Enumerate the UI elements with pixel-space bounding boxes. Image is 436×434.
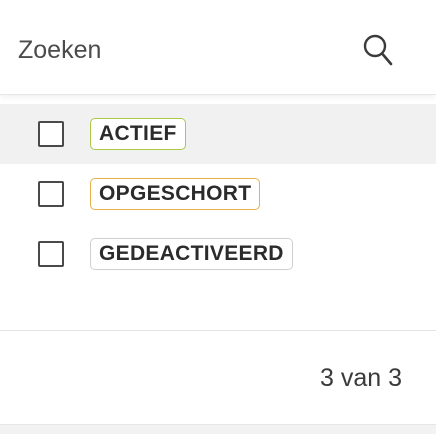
search-bar — [0, 0, 436, 95]
search-icon[interactable] — [362, 33, 394, 67]
status-filter-panel: ACTIEF OPGESCHORT GEDEACTIVEERD 3 van 3 — [0, 0, 436, 434]
status-checkbox[interactable] — [38, 241, 64, 267]
divider — [0, 330, 436, 331]
status-badge[interactable]: ACTIEF — [90, 118, 186, 150]
status-badge[interactable]: OPGESCHORT — [90, 178, 261, 210]
status-badge[interactable]: GEDEACTIVEERD — [90, 238, 293, 270]
divider — [0, 424, 436, 434]
status-list: ACTIEF OPGESCHORT GEDEACTIVEERD — [0, 104, 436, 284]
status-row-opgeschort[interactable]: OPGESCHORT — [0, 164, 436, 224]
search-input[interactable] — [18, 30, 318, 70]
status-row-actief[interactable]: ACTIEF — [0, 104, 436, 164]
status-checkbox[interactable] — [38, 121, 64, 147]
status-checkbox[interactable] — [38, 181, 64, 207]
result-count: 3 van 3 — [319, 364, 402, 392]
status-row-gedeactiveerd[interactable]: GEDEACTIVEERD — [0, 224, 436, 284]
